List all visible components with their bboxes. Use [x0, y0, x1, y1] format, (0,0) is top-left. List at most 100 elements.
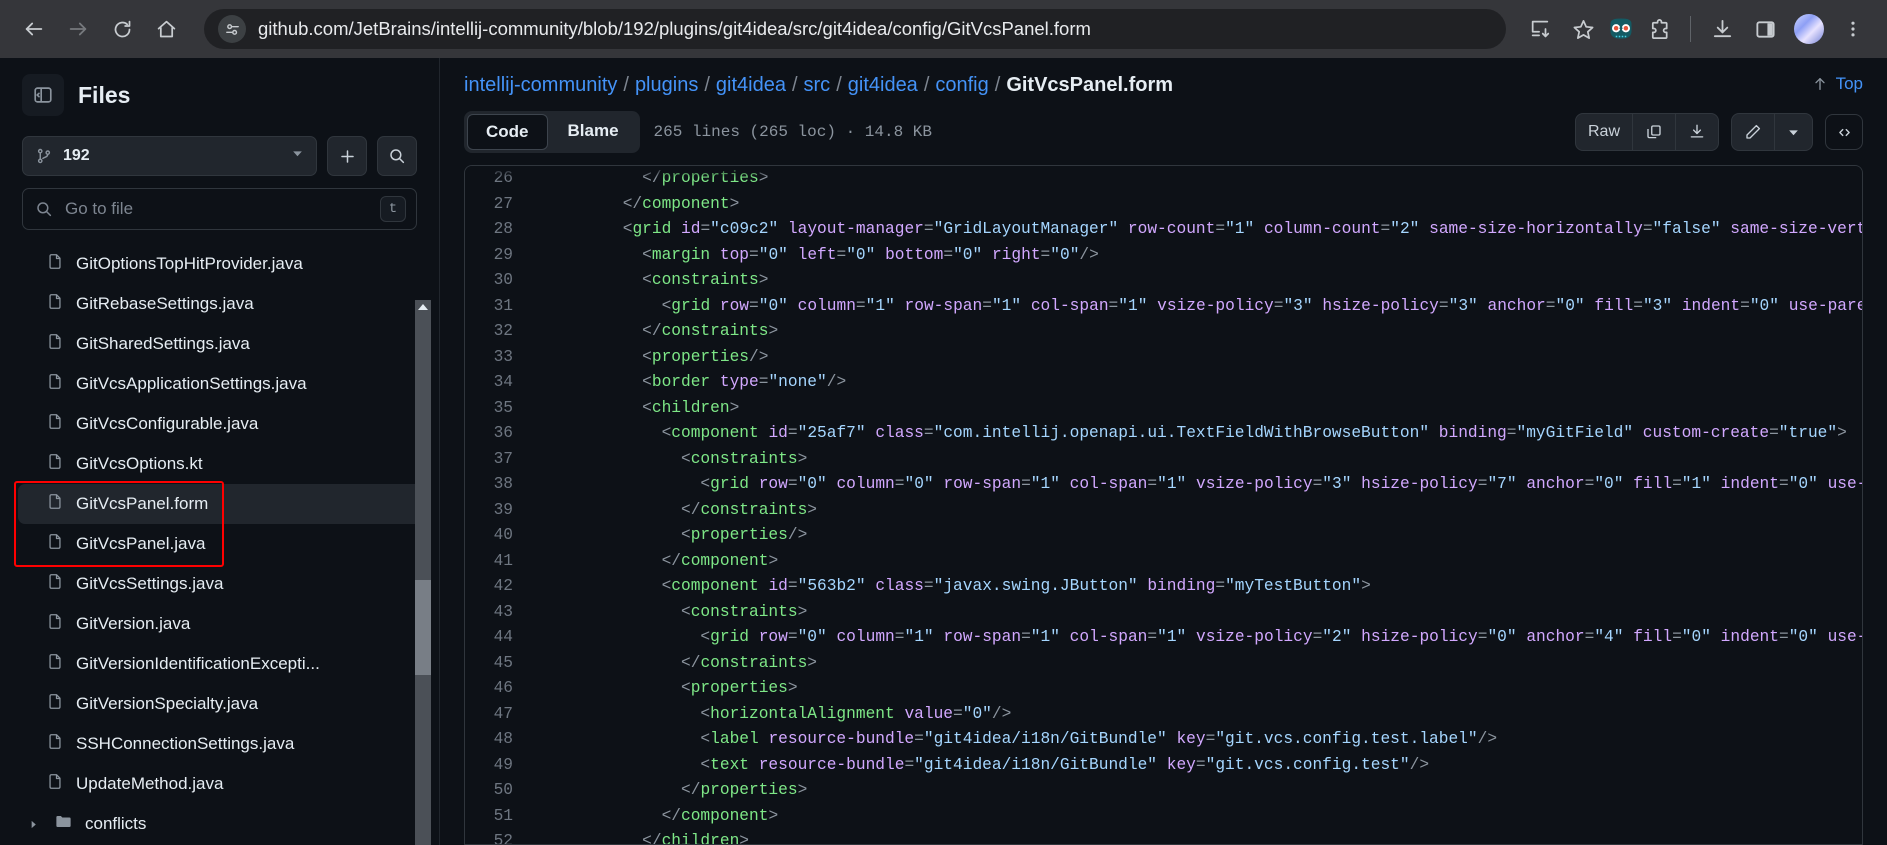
- line-content[interactable]: <component id="563b2" class="javax.swing…: [531, 574, 1862, 600]
- line-content[interactable]: <margin top="0" left="0" bottom="0" righ…: [531, 243, 1862, 269]
- code-symbols-button[interactable]: [1825, 114, 1863, 150]
- edit-dropdown-button[interactable]: [1775, 114, 1812, 150]
- profile-avatar[interactable]: [1794, 14, 1824, 44]
- line-content[interactable]: <properties>: [531, 676, 1862, 702]
- line-number[interactable]: 33: [465, 345, 531, 371]
- scroll-up-arrow-icon[interactable]: [418, 304, 428, 310]
- line-content[interactable]: <properties/>: [531, 523, 1862, 549]
- line-number[interactable]: 47: [465, 702, 531, 728]
- line-content[interactable]: </properties>: [531, 166, 1862, 192]
- line-number[interactable]: 50: [465, 778, 531, 804]
- line-content[interactable]: <horizontalAlignment value="0"/>: [531, 702, 1862, 728]
- sidebar-scrollbar-thumb[interactable]: [415, 580, 431, 675]
- line-content[interactable]: </constraints>: [531, 319, 1862, 345]
- copy-button[interactable]: [1633, 114, 1676, 150]
- line-content[interactable]: <grid row="0" column="0" row-span="1" co…: [531, 472, 1862, 498]
- breadcrumb-item-intellij-community[interactable]: intellij-community: [464, 74, 617, 96]
- raw-button[interactable]: Raw: [1576, 114, 1633, 150]
- reload-button[interactable]: [102, 9, 142, 49]
- tree-file-item[interactable]: GitVcsSettings.java: [18, 564, 429, 604]
- line-number[interactable]: 26: [465, 166, 531, 192]
- install-app-button[interactable]: [1520, 9, 1560, 49]
- line-number[interactable]: 37: [465, 447, 531, 473]
- forward-button[interactable]: [58, 9, 98, 49]
- tab-blame[interactable]: Blame: [550, 114, 637, 150]
- bookmark-button[interactable]: [1563, 9, 1603, 49]
- line-number[interactable]: 51: [465, 804, 531, 830]
- line-number[interactable]: 27: [465, 192, 531, 218]
- branch-selector[interactable]: 192: [22, 136, 317, 176]
- line-content[interactable]: </children>: [531, 829, 1862, 844]
- line-number[interactable]: 30: [465, 268, 531, 294]
- downloads-button[interactable]: [1702, 9, 1742, 49]
- sidebar-collapse-button[interactable]: [22, 74, 64, 116]
- line-content[interactable]: <grid row="0" column="1" row-span="1" co…: [531, 625, 1862, 651]
- tree-file-item[interactable]: GitVcsPanel.java: [18, 524, 429, 564]
- side-panel-button[interactable]: [1745, 9, 1785, 49]
- sidebar-scrollbar-track[interactable]: [415, 300, 431, 845]
- line-content[interactable]: </properties>: [531, 778, 1862, 804]
- go-to-file-input[interactable]: Go to file t: [22, 188, 417, 230]
- line-number[interactable]: 52: [465, 829, 531, 844]
- breadcrumb-item-src[interactable]: src: [804, 74, 831, 96]
- edit-button[interactable]: [1732, 114, 1775, 150]
- breadcrumb-item-plugins[interactable]: plugins: [635, 74, 698, 96]
- folder-expand-chevron[interactable]: [24, 819, 42, 830]
- line-number[interactable]: 46: [465, 676, 531, 702]
- tree-file-item[interactable]: GitOptionsTopHitProvider.java: [18, 244, 429, 284]
- code-scroll-area[interactable]: 26 </properties> 27 </component> 28 <grid …: [465, 166, 1862, 844]
- tree-file-item[interactable]: GitSharedSettings.java: [18, 324, 429, 364]
- line-number[interactable]: 45: [465, 651, 531, 677]
- line-number[interactable]: 41: [465, 549, 531, 575]
- tree-file-item[interactable]: SSHConnectionSettings.java: [18, 724, 429, 764]
- tree-file-item[interactable]: GitVersion.java: [18, 604, 429, 644]
- breadcrumb-item-config[interactable]: config: [935, 74, 988, 96]
- line-content[interactable]: <component id="25af7" class="com.intelli…: [531, 421, 1862, 447]
- line-content[interactable]: <children>: [531, 396, 1862, 422]
- line-content[interactable]: <constraints>: [531, 600, 1862, 626]
- site-settings-button[interactable]: [218, 15, 246, 43]
- line-content[interactable]: </component>: [531, 804, 1862, 830]
- line-content[interactable]: <grid id="c09c2" layout-manager="GridLay…: [531, 217, 1862, 243]
- tree-file-item[interactable]: GitVersionSpecialty.java: [18, 684, 429, 724]
- back-button[interactable]: [14, 9, 54, 49]
- line-content[interactable]: </component>: [531, 192, 1862, 218]
- line-number[interactable]: 49: [465, 753, 531, 779]
- breadcrumb-item-git4idea[interactable]: git4idea: [716, 74, 786, 96]
- home-button[interactable]: [146, 9, 186, 49]
- download-raw-button[interactable]: [1676, 114, 1718, 150]
- line-number[interactable]: 43: [465, 600, 531, 626]
- tree-file-item[interactable]: GitVcsApplicationSettings.java: [18, 364, 429, 404]
- line-number[interactable]: 44: [465, 625, 531, 651]
- extensions-button[interactable]: [1639, 9, 1679, 49]
- sidebar-search-button[interactable]: [377, 136, 417, 176]
- line-content[interactable]: </component>: [531, 549, 1862, 575]
- line-number[interactable]: 34: [465, 370, 531, 396]
- breadcrumb-item-git4idea[interactable]: git4idea: [848, 74, 918, 96]
- line-content[interactable]: </constraints>: [531, 498, 1862, 524]
- line-number[interactable]: 39: [465, 498, 531, 524]
- tree-file-item[interactable]: GitRebaseSettings.java: [18, 284, 429, 324]
- file-tree[interactable]: GitOptionsTopHitProvider.java GitRebaseSe…: [0, 238, 439, 845]
- line-number[interactable]: 29: [465, 243, 531, 269]
- line-number[interactable]: 31: [465, 294, 531, 320]
- browser-menu-button[interactable]: [1833, 9, 1873, 49]
- line-content[interactable]: <label resource-bundle="git4idea/i18n/Gi…: [531, 727, 1862, 753]
- line-content[interactable]: </constraints>: [531, 651, 1862, 677]
- line-content[interactable]: <constraints>: [531, 268, 1862, 294]
- tree-file-item[interactable]: GitVersionIdentificationExcepti...: [18, 644, 429, 684]
- line-content[interactable]: <grid row="0" column="1" row-span="1" co…: [531, 294, 1862, 320]
- line-number[interactable]: 32: [465, 319, 531, 345]
- line-number[interactable]: 28: [465, 217, 531, 243]
- tree-file-item[interactable]: GitVcsPanel.form: [18, 484, 429, 524]
- line-content[interactable]: <constraints>: [531, 447, 1862, 473]
- tab-code[interactable]: Code: [467, 114, 548, 150]
- line-number[interactable]: 36: [465, 421, 531, 447]
- code-viewer[interactable]: 26 </properties> 27 </component> 28 <grid …: [464, 165, 1863, 845]
- line-number[interactable]: 38: [465, 472, 531, 498]
- line-content[interactable]: <text resource-bundle="git4idea/i18n/Git…: [531, 753, 1862, 779]
- breadcrumb[interactable]: intellij-community / plugins / git4idea / src /…: [464, 74, 1173, 97]
- tree-file-item[interactable]: UpdateMethod.java: [18, 764, 429, 804]
- line-number[interactable]: 42: [465, 574, 531, 600]
- tree-file-item[interactable]: GitVcsOptions.kt: [18, 444, 429, 484]
